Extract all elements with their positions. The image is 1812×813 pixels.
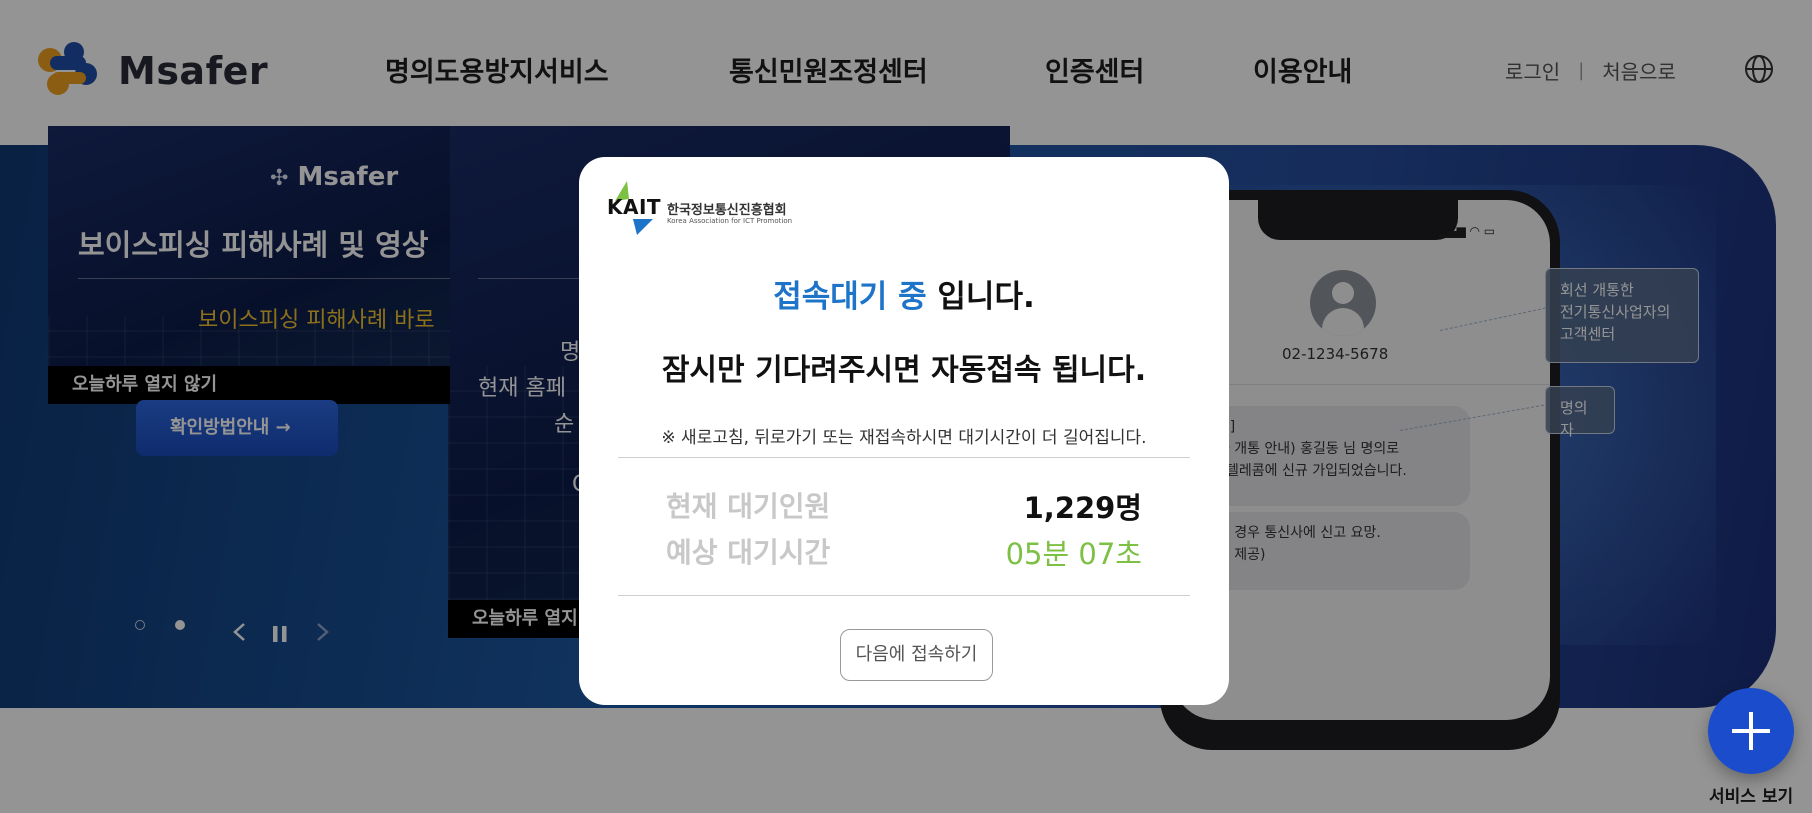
modal-divider-top <box>618 457 1190 458</box>
wait-time-label: 예상 대기시간 <box>666 536 831 569</box>
modal-notice: ※ 새로고침, 뒤로가기 또는 재접속하시면 대기시간이 더 길어집니다. <box>661 428 1147 448</box>
kait-letters: KAIT <box>607 195 662 219</box>
modal-divider-bottom <box>618 595 1190 596</box>
kait-logo: KAIT 한국정보통신진흥협회 Korea Association for IC… <box>607 181 817 237</box>
queue-count-label: 현재 대기인원 <box>666 490 831 523</box>
kait-org-name-en: Korea Association for ICT Promotion <box>667 217 793 225</box>
modal-subline: 잠시만 기다려주시면 자동접속 됩니다. <box>661 353 1147 388</box>
service-view-label: 서비스 보기 <box>1709 787 1794 807</box>
connect-later-button[interactable]: 다음에 접속하기 <box>840 629 993 681</box>
service-view-fab[interactable] <box>1708 688 1794 774</box>
headline-rest: 입니다. <box>926 279 1035 315</box>
headline-accent: 접속대기 중 <box>773 279 927 315</box>
wait-time-value: 05분 07초 <box>1005 537 1142 571</box>
modal-headline: 접속대기 중 입니다. <box>579 271 1229 316</box>
queue-count-value: 1,229명 <box>1023 491 1142 525</box>
waiting-queue-modal: KAIT 한국정보통신진흥협회 Korea Association for IC… <box>579 157 1229 705</box>
kait-org-name: 한국정보통신진흥협회 <box>667 203 787 218</box>
